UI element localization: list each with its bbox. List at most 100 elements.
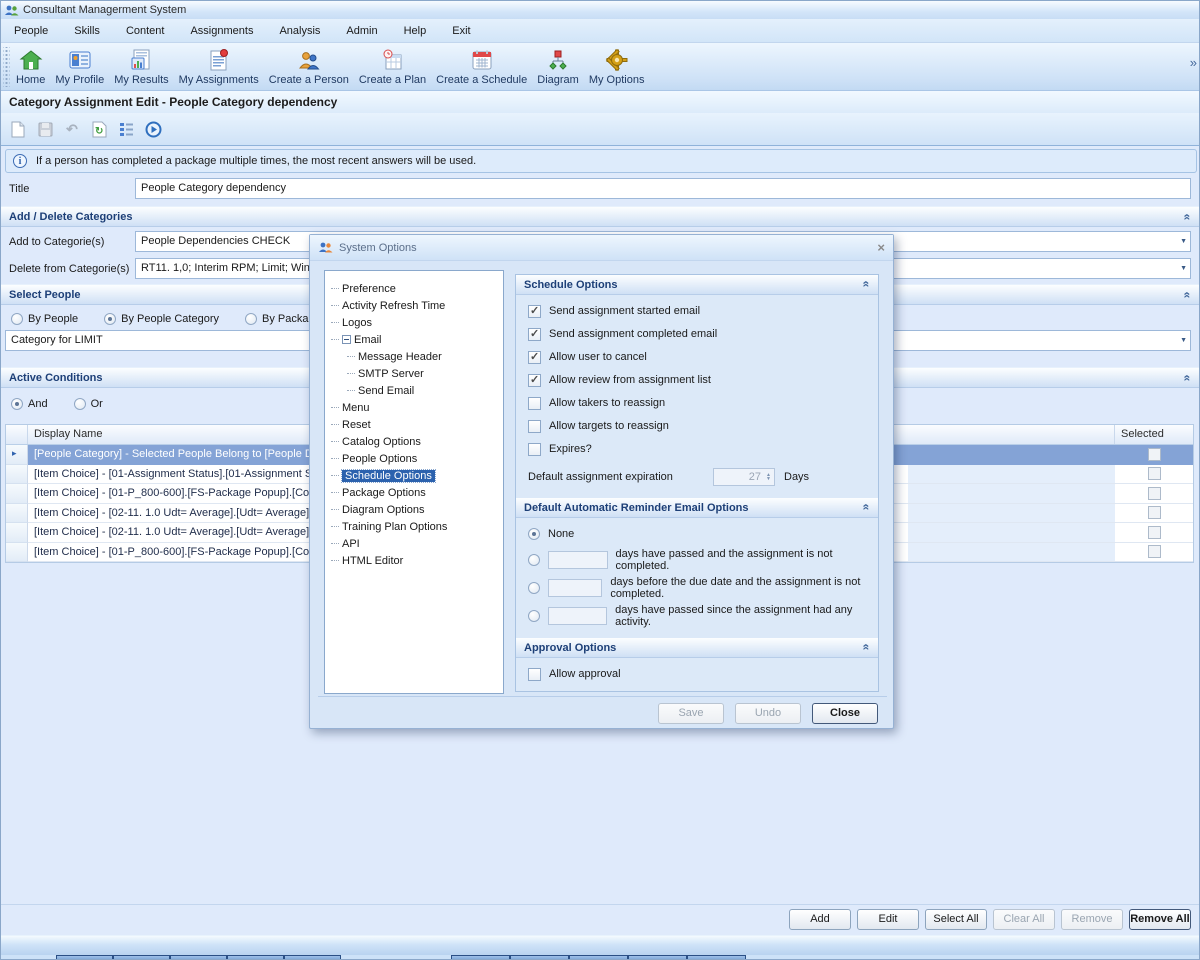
tree-item-menu[interactable]: Menu [331,399,503,416]
checkbox-allow-approval[interactable]: Allow approval [516,667,878,681]
toolbar-diagram[interactable]: Diagram [532,43,584,89]
title-input[interactable]: People Category dependency [135,178,1191,199]
checkbox-allow-review-from-assignment-list[interactable]: Allow review from assignment list [516,373,878,387]
approval-options-group-header[interactable]: Approval Options « [516,638,878,658]
row-indicator [6,523,28,543]
tree-item-package-options[interactable]: Package Options [331,484,503,501]
add-button[interactable]: Add [789,909,851,930]
tree-item-api[interactable]: API [331,535,503,552]
checkbox-expires[interactable]: Expires? [516,442,878,456]
toolbar-my-options[interactable]: My Options [584,43,650,89]
tree-item-diagram-options[interactable]: Diagram Options [331,501,503,518]
toolbar-my-results[interactable]: My Results [109,43,173,89]
collapse-chevron-icon[interactable]: « [1181,292,1195,299]
tree-item-smtp-server[interactable]: SMTP Server [331,365,503,382]
collapse-box-icon[interactable] [342,335,351,344]
tree-item-training-plan-options[interactable]: Training Plan Options [331,518,503,535]
checkbox-allow-takers-to-reassign[interactable]: Allow takers to reassign [516,396,878,410]
toolbar-my-profile[interactable]: My Profile [50,43,109,89]
radio-or[interactable]: Or [74,398,103,410]
menu-item-content[interactable]: Content [113,21,178,41]
row-checkbox[interactable] [1148,448,1161,461]
add-delete-categories-header[interactable]: Add / Delete Categories « [1,206,1199,227]
menu-item-help[interactable]: Help [391,21,440,41]
reminder-options-group-header[interactable]: Default Automatic Reminder Email Options… [516,498,878,518]
checkbox-allow-targets-to-reassign[interactable]: Allow targets to reassign [516,419,878,433]
collapse-chevron-icon[interactable]: « [860,644,874,651]
tree-item-schedule-options[interactable]: Schedule Options [331,467,503,484]
menu-item-assignments[interactable]: Assignments [177,21,266,41]
run-icon[interactable] [144,120,162,138]
row-checkbox[interactable] [1148,467,1161,480]
schedule-options-group-header[interactable]: Schedule Options « [516,275,878,295]
tree-item-email[interactable]: Email [331,331,503,348]
collapse-chevron-icon[interactable]: « [1181,214,1195,221]
collapse-chevron-icon[interactable]: « [860,504,874,511]
row-checkbox[interactable] [1148,526,1161,539]
edit-button[interactable]: Edit [857,909,919,930]
days-inactive-input[interactable] [548,607,607,625]
list-icon[interactable] [117,120,135,138]
close-button[interactable]: Close [812,703,878,724]
menu-item-exit[interactable]: Exit [439,21,483,41]
toolbar-create-a-plan[interactable]: Create a Plan [354,43,431,89]
tree-item-activity-refresh-time[interactable]: Activity Refresh Time [331,297,503,314]
menu-item-people[interactable]: People [1,21,61,41]
radio-reminder-days-inactive[interactable]: days have passed since the assignment ha… [516,607,878,625]
row-checkbox[interactable] [1148,487,1161,500]
toolbar-my-assignments[interactable]: My Assignments [174,43,264,89]
radio-reminder-days-before-due[interactable]: days before the due date and the assignm… [516,579,878,597]
tree-item-reset[interactable]: Reset [331,416,503,433]
checkbox-icon [528,420,541,433]
close-icon[interactable]: × [877,240,885,255]
radio-by-people-category-label: By People Category [121,313,219,325]
toolbar-overflow-icon[interactable]: » [1190,55,1197,70]
collapse-chevron-icon[interactable]: « [860,281,874,288]
grid-column-selected[interactable]: Selected [1115,425,1193,444]
radio-reminder-none[interactable]: None [516,527,878,541]
remove-all-button[interactable]: Remove All [1129,909,1191,930]
menu-item-skills[interactable]: Skills [61,21,113,41]
tree-item-logos[interactable]: Logos [331,314,503,331]
row-checkbox[interactable] [1148,545,1161,558]
dropdown-arrow-icon[interactable]: ▼ [1180,337,1187,344]
undo-icon[interactable]: ↶ [63,120,81,138]
toolbar-create-a-schedule[interactable]: Create a Schedule [431,43,532,89]
row-filler [908,484,1115,504]
dropdown-arrow-icon[interactable]: ▼ [1180,265,1187,272]
expiration-spinner[interactable]: 27 ▲▼ [713,468,775,486]
tree-item-send-email[interactable]: Send Email [331,382,503,399]
title-label: Title [9,183,29,195]
days-before-due-input[interactable] [548,579,602,597]
toolbar-create-a-person[interactable]: Create a Person [264,43,354,89]
menu-item-admin[interactable]: Admin [333,21,390,41]
dropdown-arrow-icon[interactable]: ▼ [1180,238,1187,245]
tree-item-preference[interactable]: Preference [331,280,503,297]
radio-and[interactable]: And [11,398,48,410]
tree-item-message-header[interactable]: Message Header [331,348,503,365]
toolbar-my-options-label: My Options [589,74,645,86]
row-indicator-icon: ▸ [6,445,28,465]
days-passed-input[interactable] [548,551,608,569]
dialog-separator [318,696,887,697]
dialog-titlebar[interactable]: System Options × [310,235,893,261]
checkbox-allow-user-to-cancel[interactable]: Allow user to cancel [516,350,878,364]
menu-item-analysis[interactable]: Analysis [266,21,333,41]
select-all-button[interactable]: Select All [925,909,987,930]
spinner-arrows-icon[interactable]: ▲▼ [763,473,774,481]
radio-reminder-days-passed[interactable]: days have passed and the assignment is n… [516,551,878,569]
toolbar-home[interactable]: Home [11,43,50,89]
save-icon[interactable] [36,120,54,138]
checkbox-send-assignment-started-email[interactable]: Send assignment started email [516,304,878,318]
radio-by-people-category[interactable]: By People Category [104,313,219,325]
radio-by-people[interactable]: By People [11,313,78,325]
toolbar-create-a-plan-label: Create a Plan [359,74,426,86]
refresh-icon[interactable]: ↻ [90,120,108,138]
collapse-chevron-icon[interactable]: « [1181,375,1195,382]
tree-item-people-options[interactable]: People Options [331,450,503,467]
tree-item-catalog-options[interactable]: Catalog Options [331,433,503,450]
checkbox-send-assignment-completed-email[interactable]: Send assignment completed email [516,327,878,341]
tree-item-html-editor[interactable]: HTML Editor [331,552,503,569]
new-document-icon[interactable] [9,120,27,138]
row-checkbox[interactable] [1148,506,1161,519]
